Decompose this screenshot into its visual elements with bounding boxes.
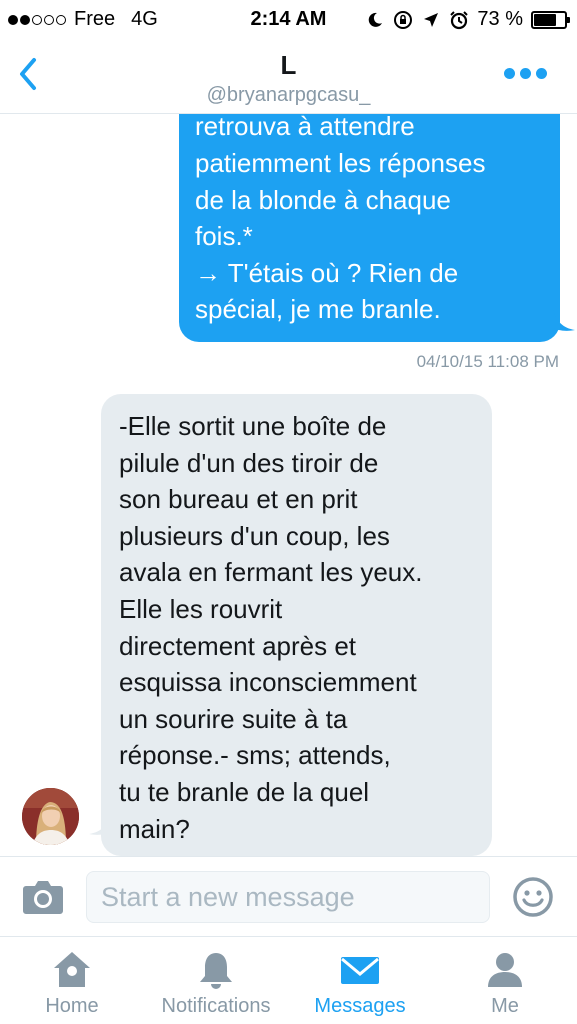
battery-level [534, 13, 556, 26]
more-dots-icon[interactable] [504, 68, 547, 79]
conversation-header: L @bryanarpgcasu_ [0, 40, 577, 114]
status-bar: Free 4G 2:14 AM 73 % [0, 0, 577, 40]
rotation-lock-icon [393, 10, 413, 30]
tab-notifications-label: Notifications [161, 995, 271, 1017]
outgoing-bubble-tail [553, 310, 575, 331]
message-timestamp: 04/10/15 11:08 PM [416, 352, 559, 371]
tab-messages[interactable]: Messages [306, 937, 414, 1024]
location-icon [421, 10, 441, 30]
conversation-title: L [280, 50, 297, 80]
smiley-icon[interactable] [512, 876, 554, 918]
battery-percent: 73 % [477, 8, 523, 30]
tab-me-label: Me [491, 995, 519, 1017]
outgoing-message-text: retrouva à attendre patiemment les répon… [195, 114, 486, 325]
battery-icon [531, 10, 570, 29]
tab-notifications[interactable]: Notifications [150, 937, 282, 1024]
camera-icon[interactable] [22, 879, 64, 915]
tab-home-label: Home [45, 995, 99, 1017]
message-input[interactable] [86, 871, 490, 923]
conversation-handle: @bryanarpgcasu_ [206, 84, 371, 106]
tab-me[interactable]: Me [470, 937, 540, 1024]
envelope-icon [341, 957, 379, 984]
tab-bar: Home Notifications Messages Me [0, 936, 577, 1024]
tab-messages-label: Messages [314, 995, 406, 1017]
alarm-icon [449, 10, 469, 30]
avatar[interactable] [22, 788, 79, 845]
bell-icon [200, 953, 232, 989]
incoming-message[interactable]: -Elle sortit une boîte de pilule d'un de… [101, 394, 492, 856]
status-right: 73 % [365, 8, 570, 31]
message-thread[interactable]: retrouva à attendre patiemment les répon… [0, 114, 577, 856]
outgoing-message[interactable]: retrouva à attendre patiemment les répon… [179, 114, 560, 342]
moon-icon [365, 10, 385, 30]
tab-home[interactable]: Home [22, 937, 122, 1024]
home-icon [54, 952, 90, 987]
person-icon [488, 953, 522, 987]
message-composer [0, 856, 577, 936]
